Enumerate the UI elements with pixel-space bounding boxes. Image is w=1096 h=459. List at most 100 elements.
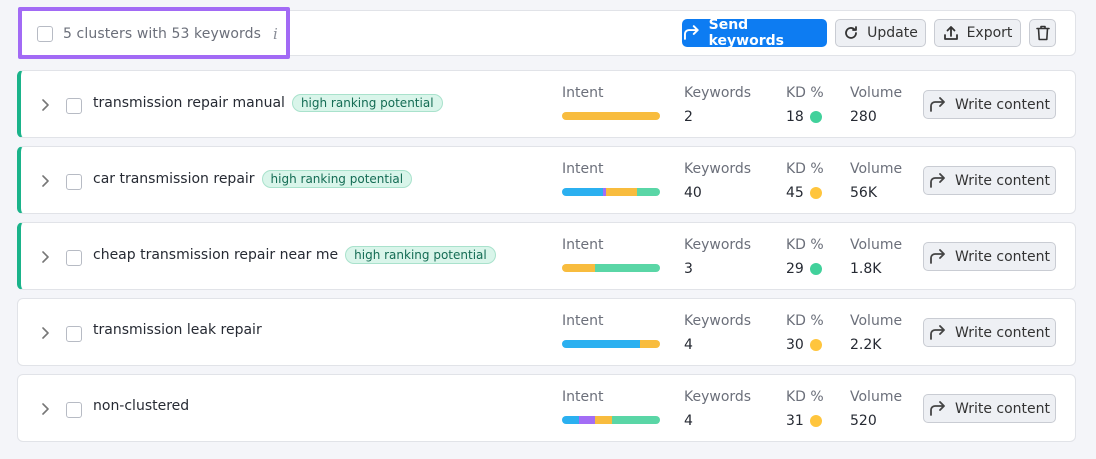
volume-label: Volume — [850, 85, 903, 101]
kd-label: KD % — [786, 161, 824, 177]
intent-segment — [562, 340, 641, 348]
kd-value: 45 — [786, 185, 822, 201]
share-arrow-icon — [930, 248, 945, 264]
write-content-button[interactable]: Write content — [923, 242, 1056, 271]
chevron-right-icon[interactable] — [41, 175, 51, 187]
cluster-card[interactable]: transmission repair manual high ranking … — [17, 70, 1076, 138]
cluster-checkbox[interactable] — [66, 402, 82, 418]
select-all-checkbox[interactable] — [37, 26, 53, 42]
share-arrow-icon — [930, 400, 945, 416]
kd-label: KD % — [786, 237, 824, 253]
cluster-checkbox[interactable] — [66, 250, 82, 266]
kd-dot — [809, 111, 822, 123]
keywords-count: 2 — [684, 109, 693, 125]
cluster-title: transmission repair manual — [93, 95, 285, 111]
kd-value: 18 — [786, 109, 822, 125]
keywords-label: Keywords — [684, 85, 752, 101]
intent-label: Intent — [562, 313, 604, 329]
share-arrow-icon — [683, 25, 699, 40]
update-label: Update — [867, 25, 918, 41]
write-content-button[interactable]: Write content — [923, 318, 1056, 347]
keywords-label: Keywords — [684, 313, 752, 329]
kd-value: 31 — [786, 413, 822, 429]
intent-segment — [578, 416, 596, 424]
send-keywords-button[interactable]: Send keywords — [682, 17, 827, 49]
volume-value: 1.8K — [850, 261, 882, 277]
intent-bar — [562, 416, 660, 424]
cluster-title: cheap transmission repair near me — [93, 247, 339, 263]
ranking-badge: high ranking potential — [345, 246, 496, 264]
keywords-count: 3 — [684, 261, 693, 277]
intent-segment — [595, 264, 660, 272]
update-button[interactable]: Update — [835, 19, 926, 47]
volume-value: 280 — [850, 109, 877, 125]
cluster-checkbox[interactable] — [66, 174, 82, 190]
intent-segment — [637, 188, 660, 196]
intent-segment — [640, 340, 660, 348]
intent-bar — [562, 188, 660, 196]
keywords-label: Keywords — [684, 161, 752, 177]
intent-label: Intent — [562, 237, 604, 253]
ranking-badge: high ranking potential — [261, 170, 413, 188]
volume-label: Volume — [850, 389, 903, 405]
intent-label: Intent — [562, 389, 604, 405]
ranking-badge: high ranking potential — [291, 94, 443, 112]
write-content-label: Write content — [954, 96, 1050, 113]
chevron-right-icon[interactable] — [41, 251, 51, 263]
intent-segment — [595, 416, 612, 424]
cluster-card[interactable]: non-clustered Intent Keywords 4 KD % 31 … — [17, 374, 1076, 442]
cluster-card[interactable]: car transmission repair high ranking pot… — [17, 146, 1076, 214]
kd-value: 30 — [786, 337, 822, 353]
intent-segment — [562, 112, 660, 120]
kd-label: KD % — [786, 85, 824, 101]
kd-number: 31 — [786, 413, 804, 429]
share-arrow-icon — [930, 96, 945, 112]
kd-dot — [809, 339, 822, 351]
keywords-count: 4 — [684, 337, 693, 353]
write-content-label: Write content — [954, 400, 1050, 417]
info-icon[interactable]: i — [273, 25, 278, 43]
cluster-checkbox[interactable] — [66, 98, 82, 114]
summary-text: 5 clusters with 53 keywords — [63, 26, 262, 42]
kd-number: 29 — [786, 261, 804, 277]
export-button[interactable]: Export — [934, 19, 1021, 47]
write-content-label: Write content — [954, 248, 1050, 265]
keywords-label: Keywords — [684, 237, 752, 253]
volume-label: Volume — [850, 313, 903, 329]
intent-segment — [611, 416, 660, 424]
chevron-right-icon[interactable] — [41, 99, 51, 111]
write-content-button[interactable]: Write content — [923, 394, 1056, 423]
delete-button[interactable] — [1029, 19, 1056, 47]
write-content-label: Write content — [954, 324, 1050, 341]
chevron-right-icon[interactable] — [41, 327, 51, 339]
kd-number: 30 — [786, 337, 804, 353]
intent-segment — [562, 264, 596, 272]
volume-label: Volume — [850, 237, 903, 253]
intent-bar — [562, 264, 660, 272]
kd-number: 45 — [786, 185, 804, 201]
cluster-card[interactable]: cheap transmission repair near me high r… — [17, 222, 1076, 290]
keywords-count: 4 — [684, 413, 693, 429]
trash-icon — [1035, 25, 1050, 41]
cluster-title: car transmission repair — [93, 171, 255, 187]
send-keywords-label: Send keywords — [708, 17, 784, 49]
cluster-checkbox[interactable] — [66, 326, 82, 342]
kd-dot — [809, 263, 822, 275]
upload-icon — [943, 26, 958, 40]
keywords-count: 40 — [684, 185, 702, 201]
write-content-button[interactable]: Write content — [923, 90, 1056, 119]
kd-dot — [809, 415, 822, 427]
kd-value: 29 — [786, 261, 822, 277]
chevron-right-icon[interactable] — [41, 403, 51, 415]
volume-value: 520 — [850, 413, 877, 429]
write-content-button[interactable]: Write content — [923, 166, 1056, 195]
cluster-card[interactable]: transmission leak repair Intent Keywords… — [17, 298, 1076, 366]
volume-value: 2.2K — [850, 337, 882, 353]
cluster-summary: 5 clusters with 53 keywords i — [37, 24, 278, 44]
kd-label: KD % — [786, 313, 824, 329]
intent-segment — [606, 188, 638, 196]
cluster-title: transmission leak repair — [93, 322, 262, 338]
intent-segment — [562, 188, 604, 196]
share-arrow-icon — [930, 172, 945, 188]
cluster-title: non-clustered — [93, 398, 190, 414]
